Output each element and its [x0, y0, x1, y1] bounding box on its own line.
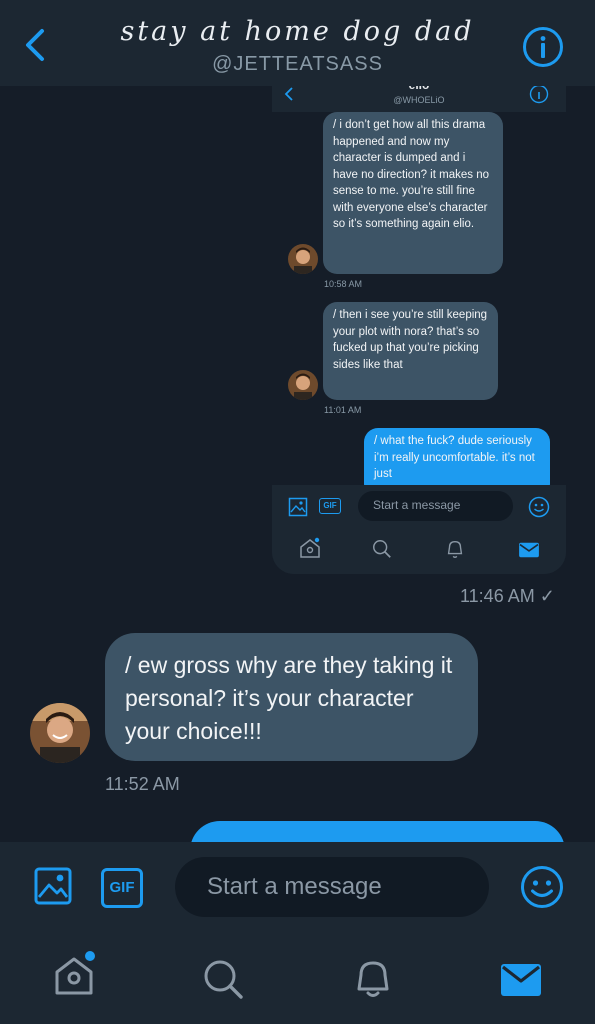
info-icon [529, 86, 549, 104]
embedded-handle: @WHOELiO [393, 95, 445, 105]
conversation-header: stay at home dog dad @JETTEATSASS [0, 0, 595, 86]
embedded-message-bubble: / i don’t get how all this drama happene… [323, 112, 503, 274]
message-input-placeholder: Start a message [207, 873, 382, 900]
home-icon [300, 537, 320, 558]
bell-icon[interactable] [353, 957, 393, 999]
conversation-handle: @JETTEATSASS [212, 53, 383, 75]
message-timestamp: 11:46 AM ✓ [460, 586, 555, 607]
embedded-header: elio @WHOELiO [272, 86, 566, 113]
message-bubble[interactable]: / ew gross why are they taking it person… [105, 633, 478, 761]
read-receipt-check-icon: ✓ [539, 586, 555, 606]
message-input[interactable]: Start a message [175, 857, 489, 917]
message-timestamp: 11:01 AM [324, 405, 362, 415]
embedded-message-input: Start a message [358, 491, 513, 521]
home-icon[interactable] [52, 950, 98, 998]
avatar[interactable] [30, 703, 90, 763]
search-icon [373, 540, 391, 558]
shared-screenshot-image[interactable]: elio @WHOELiO / i don’t get how all this… [272, 86, 566, 574]
message-timestamp: 11:52 AM [105, 774, 180, 794]
embedded-input-placeholder: Start a message [373, 498, 461, 512]
emoji-icon[interactable] [520, 865, 564, 909]
embedded-compose-bar: GIF Start a message [272, 485, 566, 574]
avatar [288, 370, 318, 400]
timestamp-text: 11:46 AM [460, 586, 535, 606]
mail-icon[interactable] [500, 962, 542, 998]
bell-icon [447, 540, 463, 558]
embedded-title: elio [272, 86, 566, 92]
info-icon[interactable] [522, 26, 564, 68]
gif-icon: GIF [319, 498, 341, 514]
conversation-title: stay at home dog dad [120, 16, 475, 47]
avatar [288, 244, 318, 274]
search-icon[interactable] [202, 958, 244, 1000]
embedded-chat: / i don’t get how all this drama happene… [272, 112, 566, 498]
gif-button[interactable]: GIF [101, 868, 143, 908]
emoji-icon [528, 496, 550, 518]
image-icon [288, 497, 308, 517]
mail-icon [519, 542, 539, 558]
embedded-message-bubble: / then i see you’re still keeping your p… [323, 302, 498, 400]
image-icon[interactable] [33, 866, 73, 906]
message-timestamp: 10:58 AM [324, 279, 363, 289]
